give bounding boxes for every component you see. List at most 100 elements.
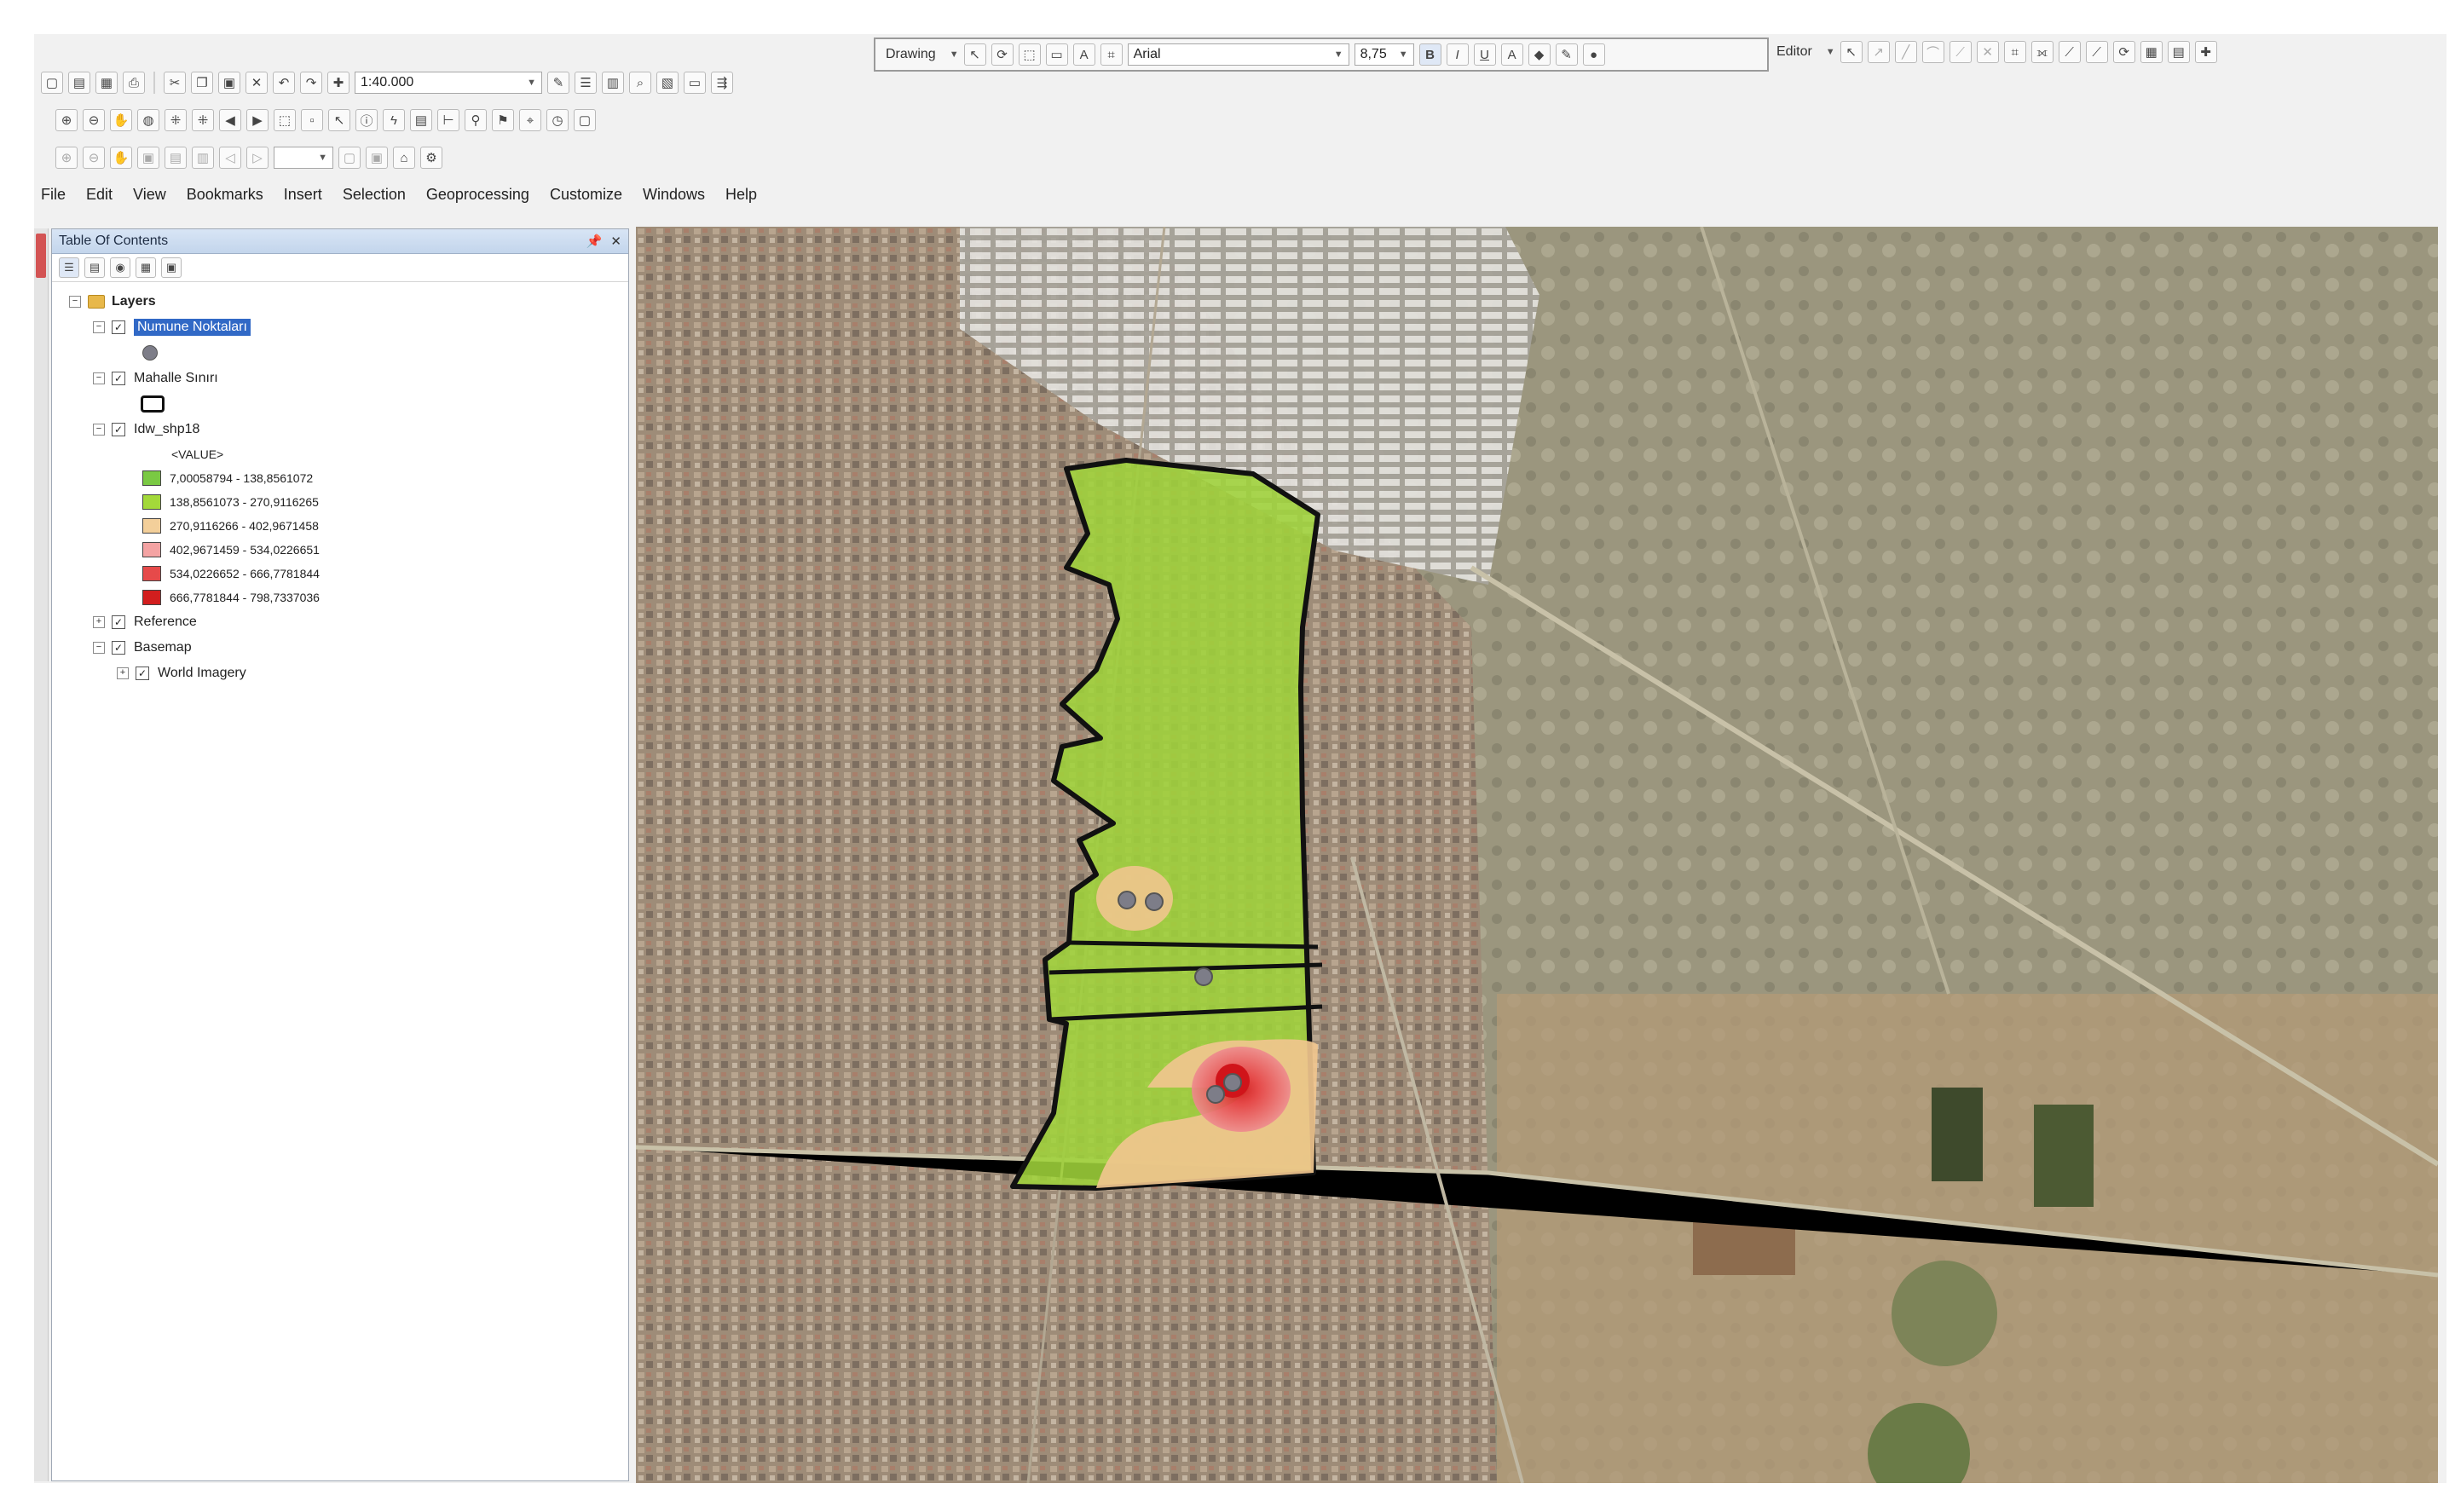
reshape-icon[interactable]: ⟗	[2030, 41, 2054, 63]
find-route-icon[interactable]: ⚑	[492, 109, 514, 131]
map-scale-combo[interactable]: 1:40.000 ▼	[355, 72, 542, 94]
new-document-icon[interactable]: ▢	[41, 72, 63, 94]
bold-button[interactable]: B	[1418, 43, 1441, 66]
zoom-out-page-icon[interactable]: ⊖	[83, 147, 105, 169]
legend-class-row[interactable]: 7,00058794 - 138,8561072	[52, 466, 628, 490]
zoom-in-icon[interactable]: ⊕	[55, 109, 78, 131]
expand-icon[interactable]: +	[93, 616, 105, 628]
select-elements-icon[interactable]: ↖	[963, 43, 986, 66]
time-slider-icon[interactable]: ◷	[546, 109, 569, 131]
attributes-icon[interactable]: ▦	[2140, 41, 2163, 63]
legend-color-swatch[interactable]	[142, 494, 161, 510]
legend-class-row[interactable]: 666,7781844 - 798,7337036	[52, 586, 628, 609]
legend-class-row[interactable]: 534,0226652 - 666,7781844	[52, 562, 628, 586]
sample-point[interactable]	[1145, 892, 1164, 911]
forward-extent-icon[interactable]: ▶	[246, 109, 269, 131]
rectangle-icon[interactable]: ▭	[1045, 43, 1068, 66]
legend-color-swatch[interactable]	[142, 518, 161, 534]
map-display[interactable]	[636, 227, 2438, 1483]
forward-page-icon[interactable]: ▷	[246, 147, 269, 169]
back-extent-icon[interactable]: ◀	[219, 109, 241, 131]
layer-item-mahalle-siniri[interactable]: − ✓ Mahalle Sınırı	[52, 366, 628, 391]
collapse-icon[interactable]: −	[69, 296, 81, 308]
layer-name-label[interactable]: World Imagery	[158, 666, 246, 681]
zoom-100-icon[interactable]: ▤	[165, 147, 187, 169]
layer-visibility-checkbox[interactable]: ✓	[112, 320, 125, 334]
toggle-draft-icon[interactable]: ▢	[338, 147, 361, 169]
sketch-properties-icon[interactable]: ▤	[2167, 41, 2190, 63]
go-to-xy-icon[interactable]: ⌖	[519, 109, 541, 131]
layer-visibility-checkbox[interactable]: ✓	[112, 372, 125, 385]
menu-item-view[interactable]: View	[133, 186, 166, 204]
legend-class-row[interactable]: 270,9116266 - 402,9671458	[52, 514, 628, 538]
legend-color-swatch[interactable]	[142, 470, 161, 486]
catalog-dock-tab[interactable]	[36, 234, 46, 278]
layer-name-label[interactable]: Basemap	[134, 640, 192, 655]
split-icon[interactable]: ⟋	[2085, 41, 2108, 63]
menu-item-edit[interactable]: Edit	[86, 186, 113, 204]
endpoint-arc-icon[interactable]: ⌒	[1921, 41, 1944, 63]
map-canvas[interactable]	[636, 227, 2438, 1483]
fill-color-icon[interactable]: ◆	[1528, 43, 1551, 66]
polygon-symbol-icon[interactable]	[141, 395, 165, 413]
modelbuilder-icon[interactable]: ⇶	[711, 72, 733, 94]
page-zoom-combo[interactable]: ▼	[274, 147, 333, 169]
text-icon[interactable]: A	[1072, 43, 1095, 66]
create-viewer-icon[interactable]: ▢	[574, 109, 596, 131]
cut-icon[interactable]: ✂	[164, 72, 186, 94]
point-symbol-icon[interactable]	[142, 345, 158, 361]
identify-icon[interactable]: ⓘ	[355, 109, 378, 131]
underline-button[interactable]: U	[1473, 43, 1496, 66]
zoom-in-page-icon[interactable]: ⊕	[55, 147, 78, 169]
fixed-zoom-in-icon[interactable]: ⁜	[165, 109, 187, 131]
list-by-selection-icon[interactable]: ▦	[136, 257, 156, 278]
close-icon[interactable]: ✕	[610, 234, 621, 249]
cut-polygons-icon[interactable]: ⟋	[2058, 41, 2081, 63]
options-icon[interactable]: ▣	[161, 257, 182, 278]
menu-item-geoprocessing[interactable]: Geoprocessing	[426, 186, 529, 204]
undo-icon[interactable]: ↶	[273, 72, 295, 94]
layer-name-label[interactable]: Mahalle Sınırı	[134, 371, 218, 386]
menu-item-help[interactable]: Help	[725, 186, 757, 204]
create-features-icon[interactable]: ✚	[2194, 41, 2217, 63]
select-features-icon[interactable]: ⬚	[274, 109, 296, 131]
print-icon[interactable]: ⎙	[123, 72, 145, 94]
full-extent-icon[interactable]: ◍	[137, 109, 159, 131]
rotate-icon[interactable]: ⟳	[991, 43, 1014, 66]
layer-visibility-checkbox[interactable]: ✓	[112, 615, 125, 629]
list-by-drawing-order-icon[interactable]: ☰	[59, 257, 79, 278]
arctoolbox-icon[interactable]: ▧	[656, 72, 679, 94]
layers-root[interactable]: − Layers	[52, 289, 628, 315]
html-popup-icon[interactable]: ▤	[410, 109, 432, 131]
font-size-combo[interactable]: 8,75 ▼	[1354, 43, 1414, 66]
straight-segment-icon[interactable]: ╱	[1894, 41, 1917, 63]
italic-button[interactable]: I	[1446, 43, 1469, 66]
delete-icon[interactable]: ✕	[246, 72, 268, 94]
list-by-visibility-icon[interactable]: ◉	[110, 257, 130, 278]
zoom-whole-page-icon[interactable]: ▣	[137, 147, 159, 169]
catalog-window-icon[interactable]: ▥	[602, 72, 624, 94]
pan-icon[interactable]: ✋	[110, 109, 132, 131]
change-layout-icon[interactable]: ⌂	[393, 147, 415, 169]
menu-item-windows[interactable]: Windows	[643, 186, 705, 204]
drawing-menu[interactable]: Drawing	[882, 47, 939, 62]
open-folder-icon[interactable]: ▤	[68, 72, 90, 94]
layer-name-label[interactable]: Numune Noktaları	[134, 319, 251, 336]
legend-class-row[interactable]: 138,8561073 - 270,9116265	[52, 490, 628, 514]
legend-color-swatch[interactable]	[142, 542, 161, 557]
measure-icon[interactable]: ⊢	[437, 109, 459, 131]
list-by-source-icon[interactable]: ▤	[84, 257, 105, 278]
copy-icon[interactable]: ❐	[191, 72, 213, 94]
fixed-zoom-out-icon[interactable]: ⁜	[192, 109, 214, 131]
legend-color-swatch[interactable]	[142, 566, 161, 581]
editor-menu[interactable]: Editor	[1773, 44, 1816, 60]
redo-icon[interactable]: ↷	[300, 72, 322, 94]
font-color-icon[interactable]: A	[1500, 43, 1523, 66]
sample-point[interactable]	[1118, 891, 1136, 909]
pin-icon[interactable]: 📌	[586, 234, 603, 249]
rotate-icon[interactable]: ⟳	[2112, 41, 2135, 63]
sample-point[interactable]	[1194, 967, 1213, 986]
layer-visibility-checkbox[interactable]: ✓	[112, 423, 125, 436]
layer-item-idw-shp18[interactable]: − ✓ Idw_shp18	[52, 417, 628, 442]
legend-color-swatch[interactable]	[142, 590, 161, 605]
